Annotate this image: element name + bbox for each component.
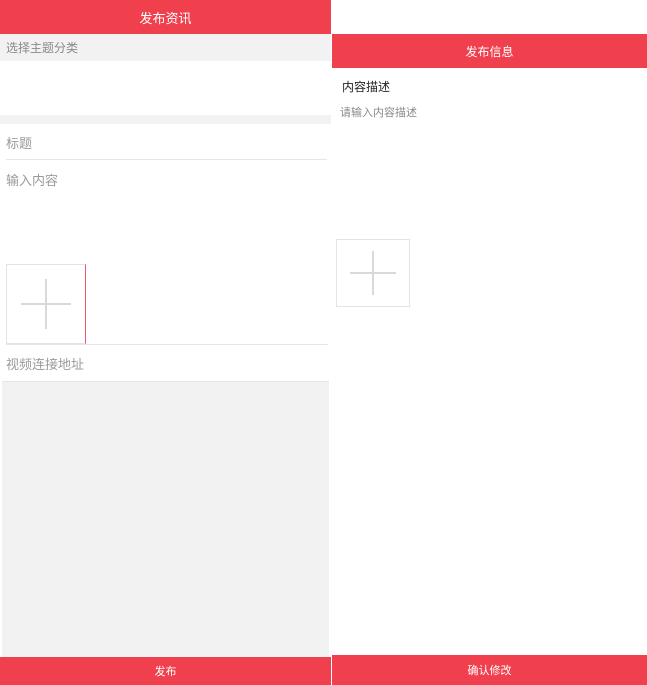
publish-button[interactable]: 发布 bbox=[0, 657, 331, 685]
content-textarea[interactable]: 输入内容 bbox=[0, 161, 331, 259]
video-url-input[interactable]: 视频连接地址 bbox=[0, 345, 331, 381]
add-image-button[interactable] bbox=[6, 264, 86, 344]
publish-news-panel: 发布资讯 选择主题分类 标题 输入内容 视频连接地址 发布 bbox=[0, 0, 331, 685]
left-header-title: 发布资讯 bbox=[0, 0, 331, 34]
description-label: 内容描述 bbox=[342, 80, 391, 94]
section-divider bbox=[0, 115, 331, 124]
title-input[interactable]: 标题 bbox=[0, 124, 331, 160]
category-select[interactable]: 选择主题分类 bbox=[0, 34, 331, 61]
confirm-edit-button[interactable]: 确认修改 bbox=[332, 655, 647, 685]
add-image-button-right[interactable] bbox=[336, 239, 410, 307]
right-header-title: 发布信息 bbox=[332, 34, 647, 68]
video-preview-area bbox=[2, 381, 329, 657]
description-input[interactable]: 请输入内容描述 bbox=[340, 104, 417, 120]
publish-info-panel: 发布信息 内容描述 请输入内容描述 确认修改 bbox=[332, 0, 647, 685]
category-options-area[interactable] bbox=[0, 61, 331, 115]
